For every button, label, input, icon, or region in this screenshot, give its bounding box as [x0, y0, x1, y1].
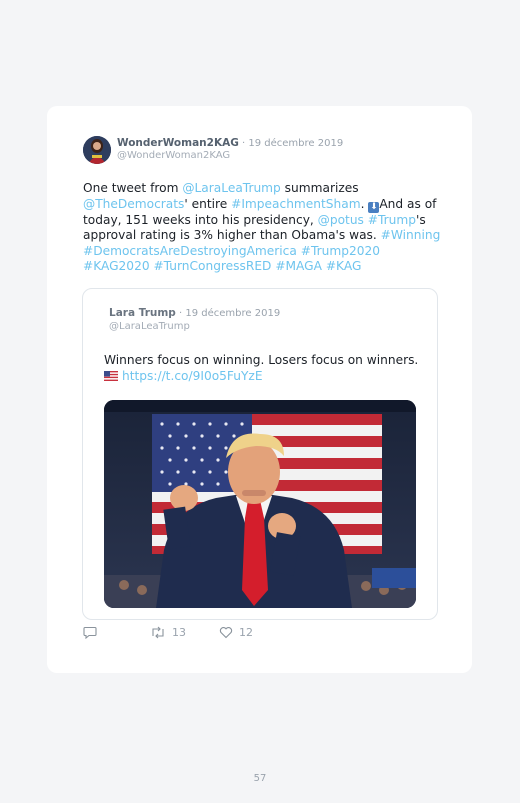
hashtag-link[interactable]: #TurnCongressRED	[153, 259, 271, 273]
quoted-handle[interactable]: @LaraLeaTrump	[109, 321, 190, 332]
tweet-card: WonderWoman2KAG · 19 décembre 2019 @Wond…	[47, 106, 472, 673]
quoted-author-line: Lara Trump · 19 décembre 2019	[109, 307, 280, 319]
text-segment: summarizes	[280, 181, 359, 195]
quoted-text-body: Winners focus on winning. Losers focus o…	[104, 353, 419, 367]
heart-icon	[219, 627, 233, 639]
tweet-text: One tweet from @LaraLeaTrump summarizes …	[83, 181, 443, 275]
quoted-text: Winners focus on winning. Losers focus o…	[104, 353, 424, 384]
mention-link[interactable]: @potus	[318, 213, 364, 227]
mention-link[interactable]: @TheDemocrats	[83, 197, 184, 211]
author-line: WonderWoman2KAG · 19 décembre 2019	[117, 137, 343, 149]
tweet-actions: 13 12	[83, 626, 383, 646]
avatar[interactable]	[83, 136, 111, 164]
text-segment: One tweet from	[83, 181, 183, 195]
like-count: 12	[239, 626, 253, 639]
page-number: 57	[253, 773, 267, 784]
quoted-author-name[interactable]: Lara Trump	[109, 307, 176, 319]
quoted-link[interactable]: https://t.co/9I0o5FuYzE	[122, 369, 263, 383]
author-handle[interactable]: @WonderWoman2KAG	[117, 150, 230, 161]
quoted-date[interactable]: · 19 décembre 2019	[179, 308, 280, 319]
reply-button[interactable]	[83, 626, 97, 639]
quoted-tweet[interactable]: Lara Trump · 19 décembre 2019 @LaraLeaTr…	[82, 288, 438, 620]
retweet-count: 13	[172, 626, 186, 639]
hashtag-link[interactable]: #Winning	[381, 228, 441, 242]
mention-link[interactable]: @LaraLeaTrump	[182, 181, 280, 195]
text-segment: .	[360, 196, 369, 211]
down-arrow-emoji-icon: ⬇	[368, 201, 380, 213]
hashtag-link[interactable]: #KAG	[326, 259, 362, 273]
author-name[interactable]: WonderWoman2KAG	[117, 137, 239, 149]
us-flag-icon	[104, 370, 118, 381]
like-button[interactable]: 12	[219, 626, 253, 639]
text-segment: ' entire	[184, 196, 232, 211]
reply-icon	[83, 626, 97, 639]
retweet-icon	[152, 626, 164, 639]
hashtag-link[interactable]: #ImpeachmentSham	[231, 197, 360, 211]
hashtag-link[interactable]: #Trump	[368, 213, 416, 227]
hashtag-link[interactable]: #DemocratsAreDestroyingAmerica	[83, 244, 297, 258]
retweet-button[interactable]: 13	[150, 626, 186, 639]
hashtag-link[interactable]: #MAGA	[275, 259, 322, 273]
hashtag-link[interactable]: #Trump2020	[301, 244, 380, 258]
quoted-image[interactable]	[104, 400, 416, 608]
tweet-date[interactable]: · 19 décembre 2019	[242, 138, 343, 149]
hashtag-link[interactable]: #KAG2020	[83, 259, 150, 273]
